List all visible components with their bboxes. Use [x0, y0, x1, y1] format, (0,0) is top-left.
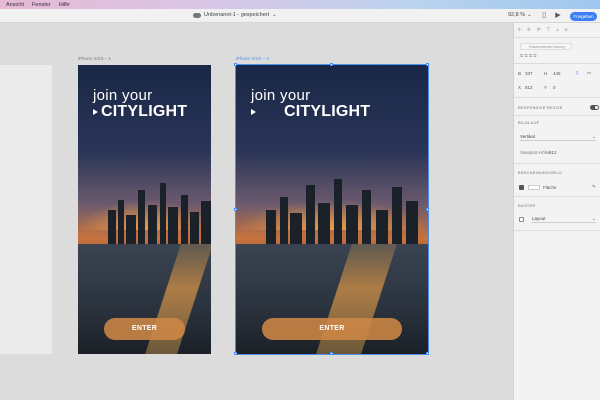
chevron-down-icon: ⌄	[527, 12, 532, 18]
headline-brand: CITYLIGHT	[101, 103, 188, 120]
divider	[514, 196, 600, 197]
zoom-value: 92,8 %	[508, 12, 526, 18]
resize-handle[interactable]	[330, 352, 333, 355]
grid-checkbox[interactable]	[519, 217, 524, 222]
y-label: Y	[544, 85, 548, 90]
cloud-icon	[193, 12, 201, 18]
app-titlebar: Unbenannt-1 - gespeichert ⌄ 92,8 % ⌄ ▯ ▶…	[0, 9, 600, 23]
x-field[interactable]: 812	[525, 85, 533, 90]
width-label: B	[518, 71, 522, 76]
enter-button[interactable]: ENTER	[104, 318, 185, 340]
divider	[514, 230, 600, 231]
fill-label: Fläche	[543, 185, 557, 190]
divider	[514, 97, 600, 98]
city-skyline	[78, 175, 211, 245]
enter-button[interactable]: ENTER	[262, 318, 402, 340]
boolean-ops-icons[interactable]: ⧉ ⧉ ⧉ ⧉	[520, 53, 537, 58]
menu-ansicht[interactable]: Ansicht	[6, 2, 24, 8]
play-triangle-icon	[93, 109, 98, 115]
design-canvas[interactable]: iPhone X/XS – 1 join your CITYLIGHT ENTE…	[0, 23, 513, 400]
resize-handle[interactable]	[330, 63, 333, 66]
play-triangle-icon	[251, 109, 256, 115]
chevron-down-icon: ⌄	[591, 216, 596, 222]
grid-value: Layout	[532, 216, 546, 221]
scroll-value: Vertikal	[520, 134, 535, 139]
align-right-icon[interactable]: ⊫	[537, 27, 541, 33]
viewport-height-field[interactable]: 812	[549, 150, 557, 155]
align-toolbar: ⊩ ⊪ ⊫ ⊤ ⊥ ≡	[518, 27, 568, 33]
divider	[514, 37, 600, 38]
x-label: X	[518, 85, 522, 90]
responsive-toggle[interactable]	[590, 105, 599, 110]
zoom-control[interactable]: 92,8 % ⌄	[508, 12, 532, 18]
divider	[514, 63, 600, 64]
align-middle-icon[interactable]: ⊥	[555, 27, 559, 33]
width-field[interactable]: 337	[525, 71, 533, 76]
align-top-icon[interactable]: ⊤	[546, 27, 550, 33]
grid-heading: RASTER	[518, 204, 536, 208]
divider	[514, 163, 600, 164]
resize-handle[interactable]	[234, 63, 237, 66]
y-field[interactable]: 0	[553, 85, 556, 90]
align-left-icon[interactable]: ⊩	[518, 27, 522, 33]
resize-handle[interactable]	[426, 208, 429, 211]
menu-fenster[interactable]: Fenster	[32, 2, 51, 8]
device-preview-icon[interactable]: ▯	[541, 12, 547, 19]
partial-artboard[interactable]	[0, 65, 52, 354]
resize-handle[interactable]	[234, 208, 237, 211]
viewport-height-label: Viewport-Höhe	[520, 150, 550, 155]
resize-handle[interactable]	[426, 63, 429, 66]
city-skyline	[236, 170, 428, 245]
scroll-select[interactable]: Vertikal ⌄	[520, 133, 596, 141]
artboard-label[interactable]: iPhone X/XS – 1	[78, 56, 111, 61]
repeat-grid-button[interactable]: Rasterwiederholung	[520, 43, 572, 50]
divider	[514, 115, 600, 116]
chevron-down-icon: ⌄	[591, 134, 596, 140]
headline-join: join your	[251, 87, 311, 104]
appearance-heading: ERSCHEINUNGSBILD	[518, 171, 563, 175]
scroll-heading: BILDLAUF	[518, 121, 540, 125]
fill-checkbox[interactable]	[519, 185, 524, 190]
align-center-icon[interactable]: ⊪	[527, 27, 531, 33]
distribute-icon[interactable]: ≡	[565, 27, 568, 33]
artboard-iphone-4[interactable]: join your CITYLIGHT ENTER	[235, 64, 429, 355]
responsive-resize-label: RESPONSIVE RESIZE	[518, 106, 563, 110]
system-menubar: Ansicht Fenster Hilfe	[0, 0, 600, 9]
grid-select[interactable]: Layout ⌄	[532, 215, 596, 223]
chevron-down-icon: ⌄	[272, 12, 277, 18]
menu-hilfe[interactable]: Hilfe	[59, 2, 70, 8]
share-button[interactable]: Freigeben	[570, 11, 597, 21]
eyedropper-icon[interactable]: ✎	[592, 184, 596, 190]
fill-color-swatch[interactable]	[528, 185, 540, 190]
resize-handle[interactable]	[234, 352, 237, 355]
landscape-icon[interactable]: ▭	[587, 70, 591, 76]
document-title[interactable]: Unbenannt-1 - gespeichert ⌄	[193, 12, 277, 18]
artboard-iphone-1[interactable]: join your CITYLIGHT ENTER	[78, 65, 211, 354]
headline-join: join your	[93, 87, 153, 104]
height-field[interactable]: 445	[553, 71, 561, 76]
height-label: H	[544, 71, 548, 76]
property-inspector: ⊩ ⊪ ⊫ ⊤ ⊥ ≡ Rasterwiederholung ⧉ ⧉ ⧉ ⧉ B…	[513, 23, 600, 400]
play-icon[interactable]: ▶	[555, 12, 561, 19]
portrait-icon[interactable]: ▯	[576, 70, 578, 76]
document-name: Unbenannt-1 - gespeichert	[204, 12, 270, 18]
resize-handle[interactable]	[426, 352, 429, 355]
artboard-label[interactable]: iPhone X/XS – 4	[236, 56, 269, 61]
headline-brand: CITYLIGHT	[284, 103, 371, 120]
